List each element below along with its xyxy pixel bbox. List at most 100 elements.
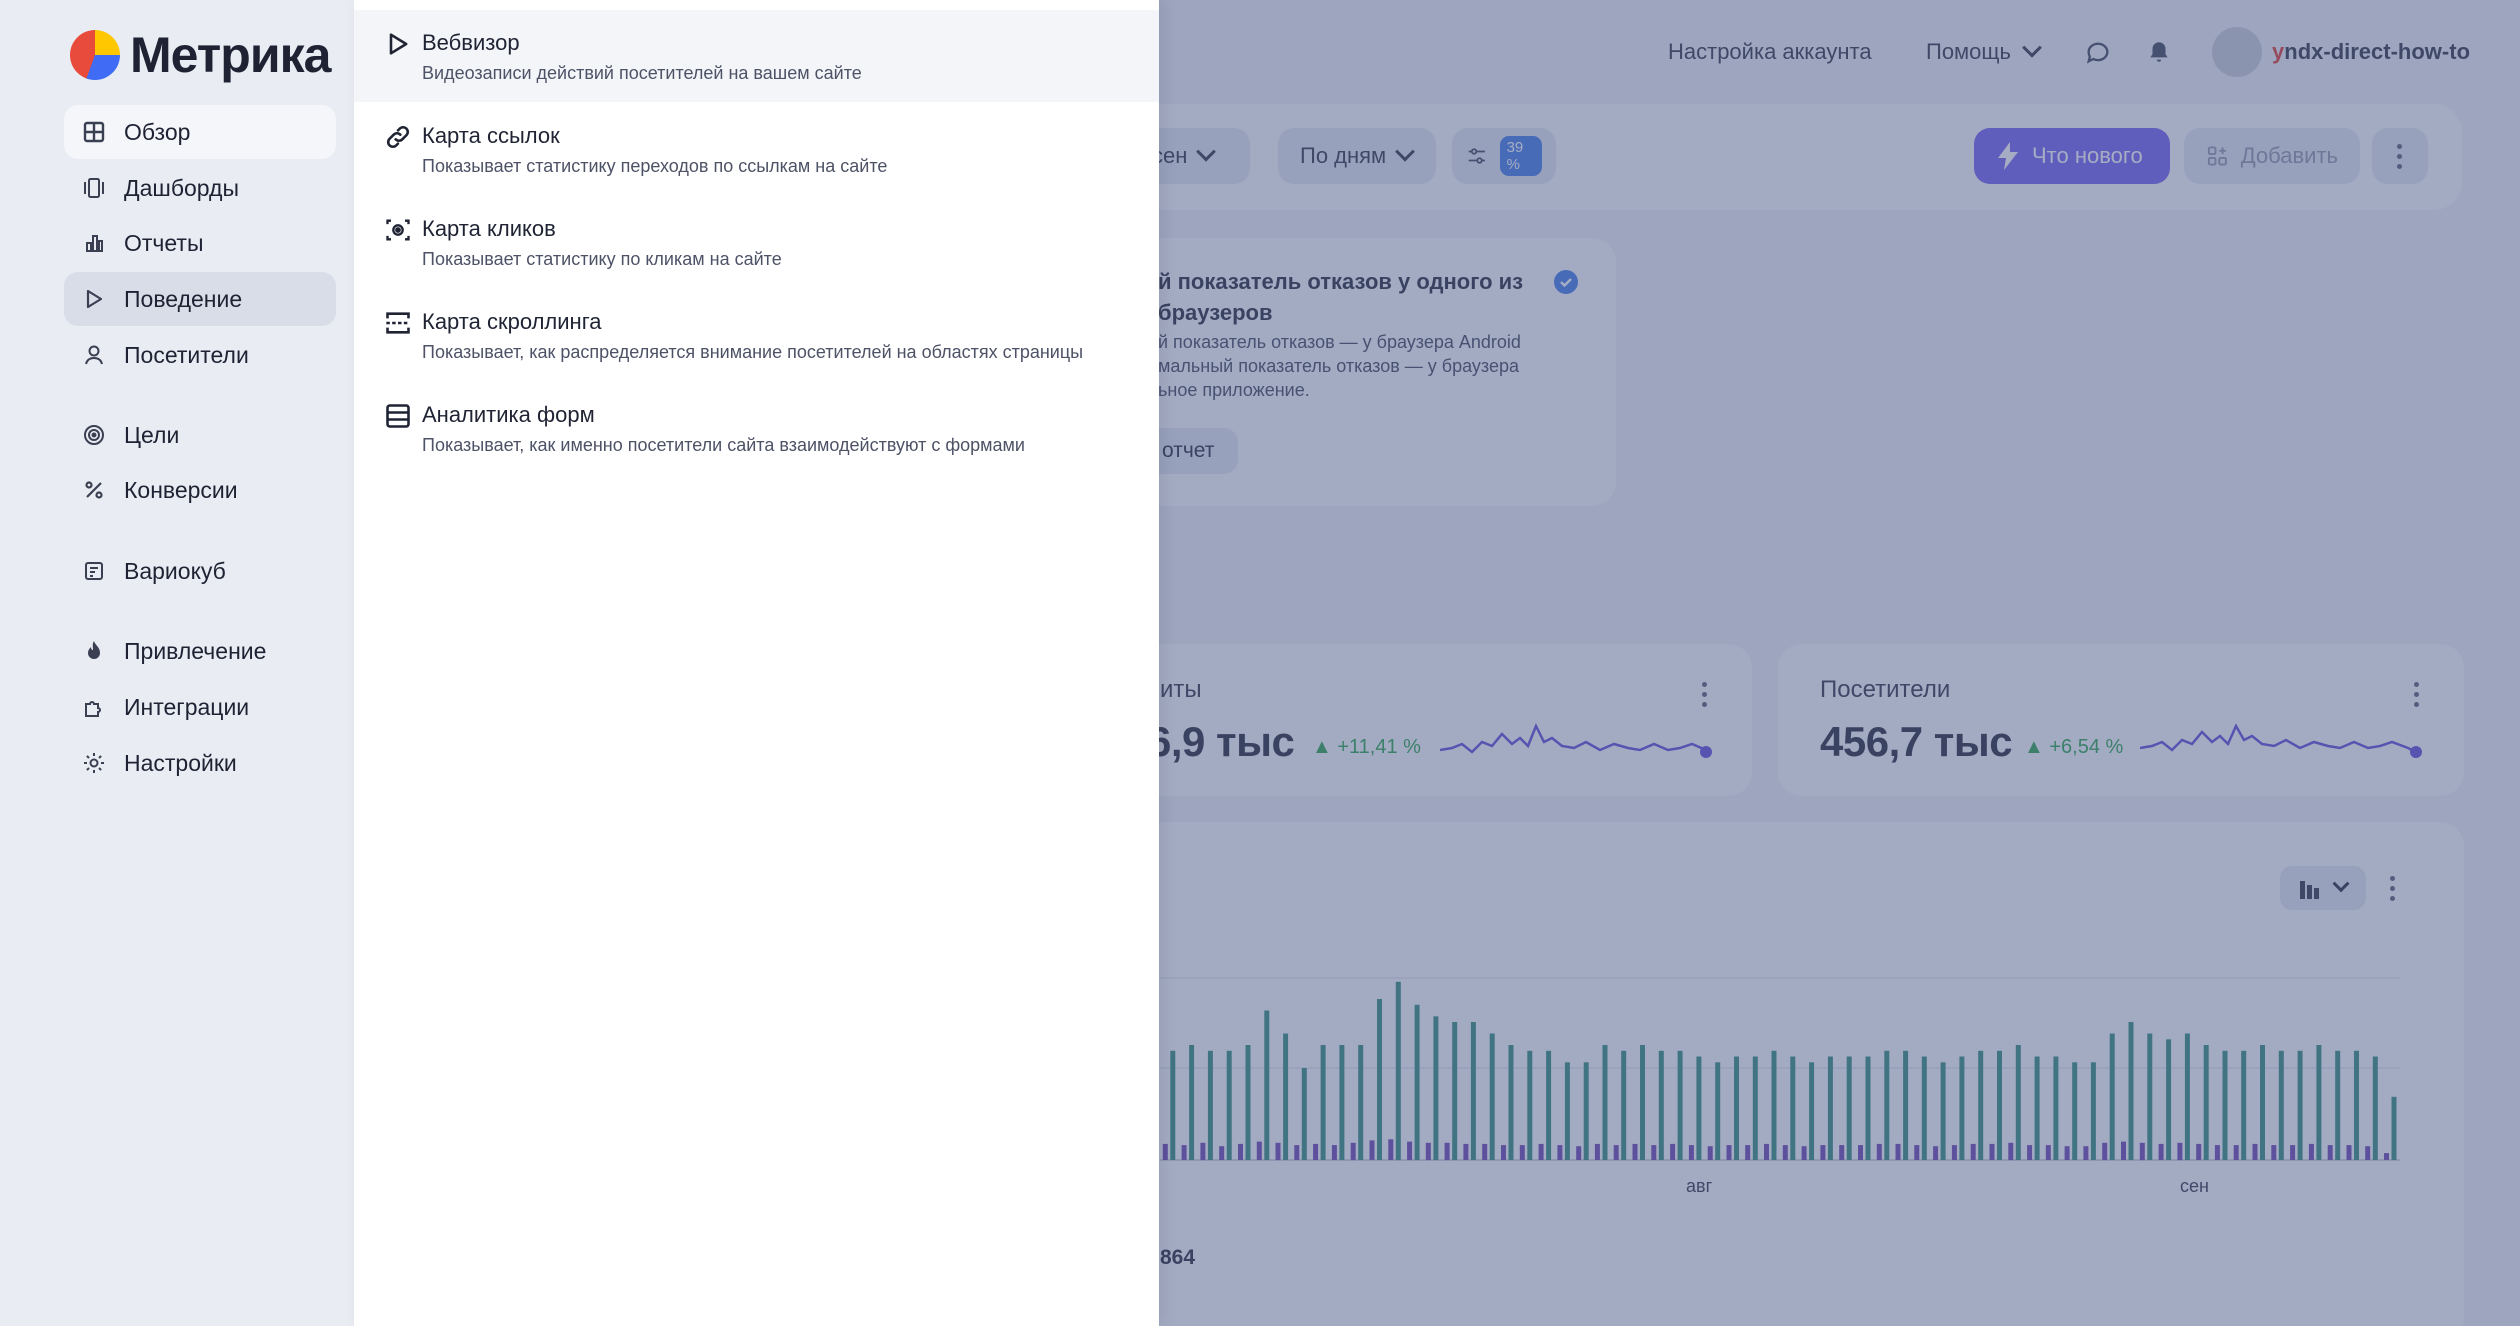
- visits-more-icon[interactable]: [1702, 682, 1708, 707]
- chart-bar: [1358, 1045, 1364, 1160]
- chart-bar: [2053, 1056, 2059, 1160]
- chart-bar: [2372, 1056, 2378, 1160]
- chevron-down-icon: [1196, 141, 1217, 162]
- sidebar-item-conversions[interactable]: Конверсии: [64, 463, 336, 517]
- logo[interactable]: Метрика: [70, 26, 331, 84]
- chart-bar: [2083, 1146, 2089, 1160]
- submenu-item-form-analytics[interactable]: Аналитика форм Показывает, как именно по…: [354, 382, 1159, 474]
- help-label: Помощь: [1926, 39, 2011, 64]
- submenu-item-webvisor[interactable]: Вебвизор Видеозаписи действий посетителе…: [354, 10, 1159, 102]
- chart-bar: [1782, 1145, 1788, 1160]
- chart-bar: [1858, 1145, 1863, 1160]
- sidebar-item-integrations[interactable]: Интеграции: [64, 680, 336, 734]
- insight-title-line: й показатель отказов у одного из: [1158, 269, 1524, 294]
- visits-title: иты: [1160, 676, 1202, 703]
- chart-bar: [1688, 1145, 1694, 1160]
- chart-bar: [1959, 1056, 1965, 1160]
- username: yndx-direct-how-to: [2272, 39, 2470, 65]
- sampling-button[interactable]: 39 %: [1452, 128, 1556, 184]
- chevron-down-icon: [2022, 37, 2042, 58]
- chart-bar: [1640, 1045, 1645, 1160]
- sidebar-item-goals[interactable]: Цели: [64, 408, 336, 462]
- chart-type-select[interactable]: [2280, 866, 2366, 910]
- chart-bar: [1256, 1141, 1262, 1160]
- scroll-icon: [384, 309, 414, 339]
- chart-bar: [2241, 1050, 2247, 1160]
- chart-bar: [1839, 1145, 1845, 1160]
- chart-bar: [2015, 1045, 2021, 1160]
- chart-more-icon[interactable]: [2390, 876, 2396, 901]
- chart-bar: [1921, 1056, 1927, 1160]
- chart-bar: [1519, 1145, 1525, 1160]
- chart-bar: [1583, 1062, 1589, 1160]
- chart-bar: [2196, 1143, 2202, 1160]
- chart-bar: [1602, 1045, 1608, 1160]
- chart-bar: [1989, 1143, 1995, 1160]
- submenu-item-title: Карта кликов: [422, 216, 556, 241]
- sidebar-item-label: Настройки: [124, 749, 237, 776]
- chat-icon[interactable]: [2084, 28, 2112, 76]
- lightning-icon: [1998, 142, 2018, 170]
- chart-bar: [2354, 1050, 2359, 1160]
- sidebar-item-dashboards[interactable]: Дашборды: [64, 161, 336, 215]
- group-by-select[interactable]: По дням: [1278, 128, 1436, 184]
- insight-text-line: мальный показатель отказов — у браузера: [1158, 356, 1520, 376]
- chart-bar: [2177, 1142, 2183, 1161]
- chart-bar: [2008, 1142, 2014, 1161]
- chart-bar: [1546, 1050, 1552, 1160]
- submenu-item-link-map[interactable]: Карта ссылок Показывает статистику перех…: [354, 103, 1159, 195]
- chart-bar: [1264, 1010, 1270, 1160]
- visitors-sparkline: [2140, 723, 2422, 758]
- more-menu-button[interactable]: [2372, 128, 2428, 184]
- chart-bar: [1219, 1146, 1225, 1160]
- chart-bar: [1301, 1068, 1307, 1160]
- bar-chart-icon: [82, 231, 106, 255]
- form-icon: [384, 402, 414, 432]
- chevron-down-icon: [2332, 875, 2350, 893]
- chart-bar: [1538, 1143, 1544, 1160]
- sidebar-item-acquisition[interactable]: Привлечение: [64, 624, 336, 678]
- chart-bar: [1951, 1145, 1957, 1160]
- submenu-item-scroll-map[interactable]: Карта скроллинга Показывает, как распред…: [354, 289, 1159, 381]
- chart-bar: [1914, 1145, 1920, 1160]
- checkmark-icon: [1554, 270, 1578, 294]
- user-menu[interactable]: yndx-direct-how-to: [2212, 27, 2470, 77]
- grid-icon: [82, 120, 106, 144]
- whats-new-button[interactable]: Что нового: [1974, 128, 2170, 184]
- chart-bar: [1764, 1143, 1769, 1160]
- add-button[interactable]: Добавить: [2184, 128, 2360, 184]
- sidebar-item-label: Дашборды: [124, 174, 239, 201]
- chart-bar: [1207, 1050, 1213, 1160]
- bar-chart-icon: [2300, 881, 2319, 899]
- sidebar-item-behavior[interactable]: Поведение: [64, 272, 336, 326]
- chart-bar: [1820, 1145, 1826, 1160]
- help-menu[interactable]: Помощь: [1926, 28, 2042, 76]
- chart-bar: [2316, 1045, 2322, 1160]
- sidebar-item-overview[interactable]: Обзор: [64, 105, 336, 159]
- chart-bar: [1564, 1062, 1570, 1160]
- visitors-more-icon[interactable]: [2414, 682, 2420, 707]
- add-label: Добавить: [2240, 143, 2338, 168]
- account-settings-link[interactable]: Настройка аккаунта: [1668, 28, 1872, 76]
- visits-value: 6,9 тыс: [1148, 718, 1295, 765]
- chart-bar: [1162, 1143, 1168, 1160]
- chart-bar: [1978, 1050, 1984, 1160]
- variocube-icon: [82, 559, 106, 583]
- submenu-item-click-map[interactable]: Карта кликов Показывает статистику по кл…: [354, 196, 1159, 288]
- sidebar-item-reports[interactable]: Отчеты: [64, 216, 336, 270]
- sidebar-item-variocube[interactable]: Вариокуб: [64, 544, 336, 598]
- chart-bar: [1181, 1145, 1187, 1160]
- chart-bar: [1827, 1056, 1833, 1160]
- sidebar-item-visitors[interactable]: Посетители: [64, 328, 336, 382]
- bell-icon[interactable]: [2146, 28, 2172, 76]
- chart-bar: [1621, 1050, 1627, 1160]
- submenu-item-title: Вебвизор: [422, 30, 520, 55]
- chart-bar: [2290, 1145, 2296, 1160]
- sidebar-item-settings[interactable]: Настройки: [64, 736, 336, 790]
- chart-bar: [2027, 1145, 2033, 1160]
- flame-icon: [82, 639, 106, 663]
- chart-bar: [2327, 1145, 2333, 1160]
- chart-bar: [1940, 1062, 1946, 1160]
- chart-bar: [2384, 1153, 2389, 1160]
- behavior-submenu: Вебвизор Видеозаписи действий посетителе…: [354, 0, 1159, 1326]
